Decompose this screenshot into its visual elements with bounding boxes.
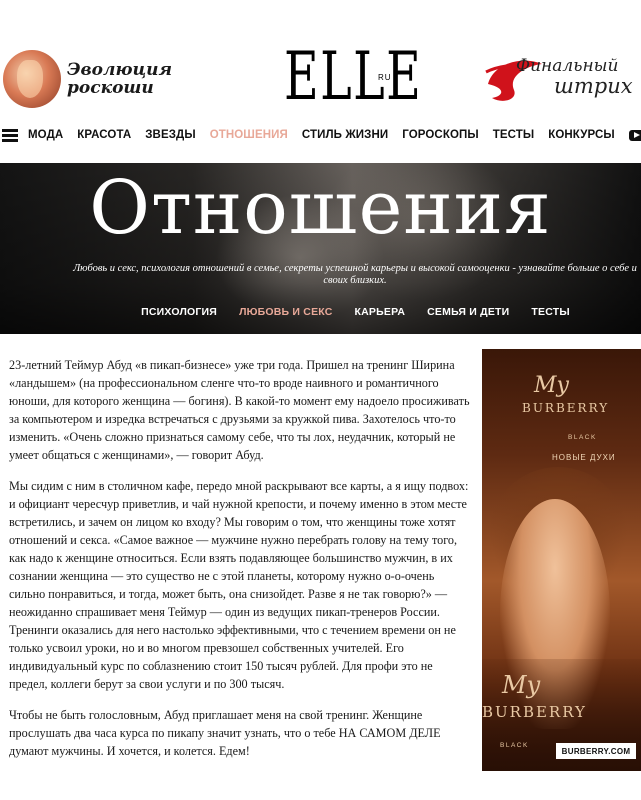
promo-right-line-2: штрих (554, 74, 633, 98)
ad-bottle-brand: BURBERRY (482, 703, 587, 721)
nav-item-beauty[interactable]: КРАСОТА (77, 129, 131, 141)
ad-brand: BURBERRY (522, 401, 610, 415)
site-header: Эволюция роскоши ELLE RU Финальный штрих (0, 0, 641, 118)
promo-right-line-1: Финальный (516, 56, 619, 76)
section-subtitle: Любовь и секс, психология отношений в се… (73, 263, 637, 286)
ad-black: BLACK (568, 434, 597, 441)
nav-item-tests[interactable]: ТЕСТЫ (493, 129, 535, 141)
nav-item-video[interactable]: В (628, 129, 641, 141)
nav-item-lifestyle[interactable]: СТИЛЬ ЖИЗНИ (302, 129, 388, 141)
elle-logo[interactable]: ELLE RU (284, 38, 476, 115)
ad-my: My (534, 373, 569, 398)
subnav-psychology[interactable]: ПСИХОЛОГИЯ (141, 306, 217, 318)
logo-word: ELLE (284, 38, 423, 115)
section-title: Отношения (89, 165, 552, 251)
logo-suffix: RU (378, 73, 392, 82)
video-play-icon (628, 129, 641, 141)
section-hero: Отношения Любовь и секс, психология отно… (0, 163, 641, 334)
nav-item-stars[interactable]: ЗВЕЗДЫ (145, 129, 195, 141)
promo-text: Эволюция роскоши (67, 61, 172, 97)
article-paragraph-1: 23-летний Теймур Абуд «в пикап-бизнесе» … (9, 358, 470, 462)
promo-banner-evolution[interactable]: Эволюция роскоши (3, 48, 173, 110)
ad-url-button[interactable]: BURBERRY.COM (556, 743, 636, 759)
subnav-love-and-sex[interactable]: ЛЮБОВЬ И СЕКС (239, 306, 332, 318)
promo-line-2: роскоши (67, 78, 154, 98)
promo-image (3, 50, 61, 108)
nav-item-horoscopes[interactable]: ГОРОСКОПЫ (402, 129, 478, 141)
subnav-tests[interactable]: ТЕСТЫ (531, 306, 569, 318)
article-body: 23-летний Теймур Абуд «в пикап-бизнесе» … (9, 356, 471, 773)
ad-tagline: НОВЫЕ ДУХИ (552, 453, 616, 462)
main-nav: МОДА КРАСОТА ЗВЕЗДЫ ОТНОШЕНИЯ СТИЛЬ ЖИЗН… (0, 124, 641, 146)
ad-bottle-my: My (502, 671, 541, 699)
burberry-ad-banner[interactable]: My BURBERRY BLACK НОВЫЕ ДУХИ My BURBERRY… (482, 349, 641, 771)
promo-line-1: Эволюция (67, 60, 173, 80)
nav-item-contests[interactable]: КОНКУРСЫ (548, 129, 614, 141)
promo-banner-final-touch[interactable]: Финальный штрих (484, 48, 641, 110)
subnav-family-and-kids[interactable]: СЕМЬЯ И ДЕТИ (427, 306, 509, 318)
nav-item-fashion[interactable]: МОДА (28, 129, 63, 141)
nav-item-relationships[interactable]: ОТНОШЕНИЯ (210, 129, 288, 141)
article-paragraph-3: Чтобы не быть голословным, Абуд приглаша… (9, 708, 441, 758)
ad-bottle-black: BLACK (500, 742, 529, 749)
subnav-career[interactable]: КАРЬЕРА (355, 306, 406, 318)
section-subnav: ПСИХОЛОГИЯ ЛЮБОВЬ И СЕКС КАРЬЕРА СЕМЬЯ И… (0, 306, 641, 318)
article-paragraph-2: Мы сидим с ним в столичном кафе, передо … (9, 479, 469, 691)
hamburger-menu-icon[interactable] (2, 128, 18, 142)
